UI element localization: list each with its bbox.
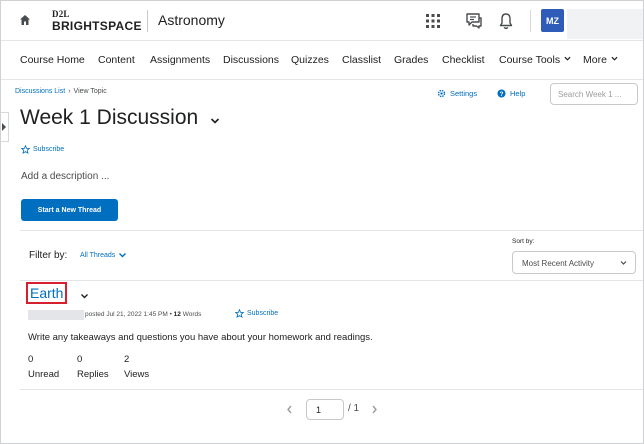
start-new-thread-button[interactable]: Start a New Thread [21,199,118,221]
chevron-down-icon [119,253,127,258]
stat-replies: 0 Replies [77,354,109,380]
app-frame: D2L BRIGHTSPACE Astronomy MZ Course Home… [0,0,644,444]
breadcrumb-separator: › [68,88,71,95]
nav-course-tools-label: Course Tools [499,54,561,66]
word-label: Words [182,311,202,318]
home-icon[interactable] [19,14,31,26]
nav-more-label: More [583,54,607,66]
subscribe-topic-link[interactable]: Subscribe [21,145,64,154]
subscribe-thread-label: Subscribe [247,310,279,317]
chevron-down-icon [620,261,627,265]
breadcrumb: Discussions List › View Topic [15,88,107,95]
subscribe-thread-link[interactable]: Subscribe [235,309,278,318]
side-panel-toggle[interactable] [1,112,9,142]
apps-grid-icon[interactable] [423,11,443,31]
page-title: Week 1 Discussion [20,106,199,129]
stat-views-label: Views [124,369,150,380]
filter-row: Filter by: All Threads Sort by: Most Rec… [20,231,643,281]
stat-unread: 0 Unread [28,354,59,380]
sort-label: Sort by: [512,238,535,245]
settings-label: Settings [450,89,478,98]
help-label: Help [510,89,526,98]
stat-replies-value: 0 [77,354,83,365]
chevron-down-icon [564,56,571,61]
meta-bullet: • [169,311,172,318]
stat-unread-label: Unread [28,369,60,380]
nav-course-tools[interactable]: Course Tools [499,54,571,66]
nav-grades[interactable]: Grades [394,54,428,66]
threads-panel: Filter by: All Threads Sort by: Most Rec… [20,230,643,443]
chevron-right-icon[interactable] [371,405,378,414]
chevron-right-icon [2,123,6,131]
nav-assignments[interactable]: Assignments [150,54,210,66]
breadcrumb-current: View Topic [73,88,107,95]
settings-link[interactable]: Settings [437,89,477,98]
stat-replies-label: Replies [77,369,109,380]
breadcrumb-discussions-list[interactable]: Discussions List [15,88,65,95]
nav-discussions[interactable]: Discussions [223,54,279,66]
nav-classlist[interactable]: Classlist [342,54,381,66]
chevron-down-icon [611,56,618,61]
sort-value: Most Recent Activity [522,259,595,268]
search-input[interactable]: Search Week 1 ... [550,83,638,105]
avatar[interactable]: MZ [541,9,564,32]
thread-menu-chevron-icon[interactable] [80,293,89,300]
sort-select[interactable]: Most Recent Activity [512,251,636,274]
title-menu-chevron-icon[interactable] [210,117,220,125]
logo-d2l: D2L [52,9,70,19]
bell-icon[interactable] [496,11,516,31]
gear-icon [437,89,446,98]
word-count: 12 [173,311,181,318]
header-divider [147,10,148,32]
nav-checklist[interactable]: Checklist [442,54,485,66]
pagination: 1 / 1 [20,389,643,429]
chevron-left-icon[interactable] [286,405,293,414]
top-header: D2L BRIGHTSPACE Astronomy MZ [1,1,643,41]
thread-meta: posted Jul 21, 2022 1:45 PM • 12 Words [85,311,201,318]
logo-brightspace: BRIGHTSPACE [52,19,142,33]
filter-value: All Threads [80,252,116,259]
stat-views: 2 Views [124,354,149,380]
stat-views-value: 2 [124,354,130,365]
course-navbar: Course Home Content Assignments Discussi… [1,42,643,80]
help-link[interactable]: ? Help [497,89,525,98]
brightspace-logo[interactable]: D2L BRIGHTSPACE [52,9,141,33]
page-number-input[interactable]: 1 [306,399,344,420]
nav-quizzes[interactable]: Quizzes [291,54,329,66]
chat-icon[interactable] [464,11,484,31]
nav-course-home[interactable]: Course Home [20,54,85,66]
stat-unread-value: 0 [28,354,34,365]
star-icon [21,145,30,154]
page-total: / 1 [348,403,360,414]
header-divider-right [530,10,531,32]
subscribe-label: Subscribe [33,146,65,153]
help-icon: ? [497,89,506,98]
star-icon [235,309,244,318]
filter-dropdown[interactable]: All Threads [80,252,127,259]
svg-text:?: ? [500,91,504,98]
user-name-redacted[interactable] [567,9,643,39]
add-description-link[interactable]: Add a description ... [21,171,109,182]
nav-content[interactable]: Content [98,54,135,66]
thread-body: Write any takeaways and questions you ha… [28,332,373,343]
posted-date: posted Jul 21, 2022 1:45 PM [85,311,168,318]
filter-label: Filter by: [29,250,68,261]
nav-more[interactable]: More [583,54,618,66]
thread-title-link[interactable]: Earth [26,282,68,304]
author-name-redacted [28,310,84,320]
course-title[interactable]: Astronomy [158,12,225,28]
